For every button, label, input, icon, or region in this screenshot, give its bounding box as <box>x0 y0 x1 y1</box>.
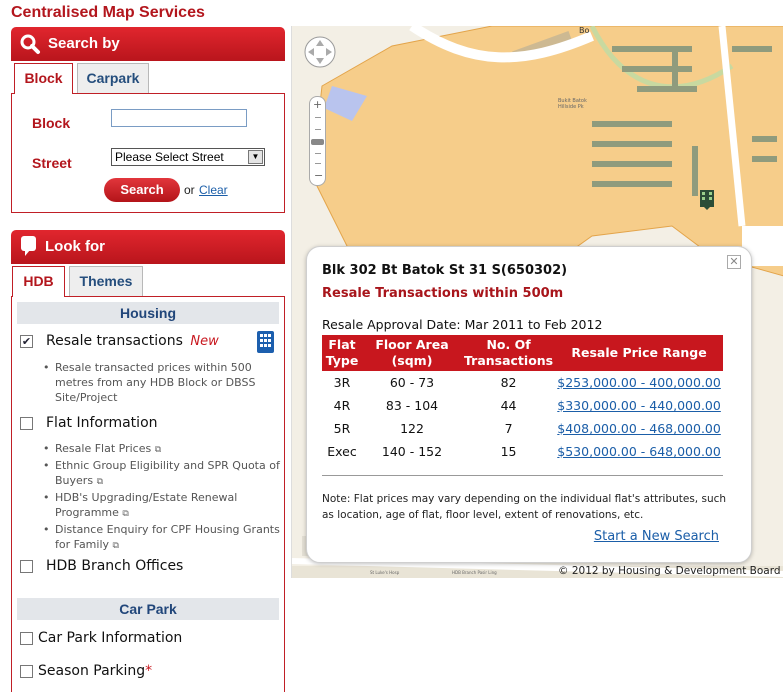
zoom-slider[interactable]: + − <box>309 96 326 186</box>
price-note: Note: Flat prices may vary depending on … <box>322 493 727 521</box>
table-row: 5R 122 7 $408,000.00 - 468,000.00 <box>333 421 721 436</box>
price-range-link[interactable]: $530,000.00 - 648,000.00 <box>557 444 721 459</box>
season-parking-checkbox[interactable] <box>20 665 33 678</box>
season-parking-label[interactable]: Season Parking* <box>38 663 152 679</box>
map-label: Bo <box>579 26 590 35</box>
pan-control[interactable] <box>303 35 337 69</box>
building-icon[interactable] <box>257 331 274 353</box>
chevron-down-icon[interactable]: ▼ <box>248 150 263 164</box>
resale-description-list: • Resale transacted prices within 500 met… <box>43 361 256 404</box>
housing-heading: Housing <box>17 302 279 324</box>
approval-date: Resale Approval Date: Mar 2011 to Feb 20… <box>322 317 603 332</box>
street-label: Street <box>32 155 72 171</box>
start-new-search-link[interactable]: Start a New Search <box>594 529 719 544</box>
map-label: Bukit Batok Hillside Pk <box>558 98 587 110</box>
price-range-link[interactable]: $330,000.00 - 440,000.00 <box>557 398 721 413</box>
price-range-link[interactable]: $253,000.00 - 400,000.00 <box>557 375 721 390</box>
distance-enquiry-link[interactable]: Distance Enquiry for CPF Housing Grants … <box>55 523 280 551</box>
car-park-info-label[interactable]: Car Park Information <box>38 630 182 646</box>
speech-bubble-icon <box>21 236 36 256</box>
table-row: 3R 60 - 73 82 $253,000.00 - 400,000.00 <box>333 375 721 390</box>
zoom-out-icon[interactable]: − <box>314 169 323 182</box>
resale-table: Flat Type Floor Area (sqm) No. Of Transa… <box>322 335 723 463</box>
resale-checkbox[interactable]: ✔ <box>20 335 33 348</box>
map-copyright: © 2012 by Housing & Development Board <box>558 565 781 577</box>
new-badge: New <box>190 334 219 349</box>
or-text: or <box>184 183 195 197</box>
header-price-range: Resale Price Range <box>555 335 723 371</box>
block-input[interactable] <box>111 109 247 127</box>
external-link-icon: ⧉ <box>112 541 119 551</box>
popup-title: Blk 302 Bt Batok St 31 S(650302) <box>322 263 568 278</box>
tab-carpark[interactable]: Carpark <box>77 63 149 93</box>
resale-description: Resale transacted prices within 500 metr… <box>55 361 256 404</box>
zoom-in-icon[interactable]: + <box>313 98 322 111</box>
search-button[interactable]: Search <box>104 178 180 202</box>
external-link-icon: ⧉ <box>122 509 129 519</box>
external-link-icon: ⧉ <box>154 445 162 455</box>
block-label: Block <box>32 115 71 131</box>
tab-themes[interactable]: Themes <box>69 266 143 296</box>
building-marker-icon[interactable] <box>700 190 714 210</box>
divider <box>322 475 723 476</box>
clear-link[interactable]: Clear <box>199 183 228 197</box>
car-park-info-checkbox[interactable] <box>20 632 33 645</box>
price-range-link[interactable]: $408,000.00 - 468,000.00 <box>557 421 721 436</box>
map-label: HDB Branch Pasir Ling <box>452 570 497 575</box>
app-title: Centralised Map Services <box>11 4 205 21</box>
close-icon[interactable]: ✕ <box>727 255 741 269</box>
flat-info-checkbox[interactable] <box>20 417 33 430</box>
header-transactions: No. Of Transactions <box>462 335 556 371</box>
table-row: 4R 83 - 104 44 $330,000.00 - 440,000.00 <box>333 398 721 413</box>
resale-popup: ✕ Blk 302 Bt Batok St 31 S(650302) Resal… <box>306 246 752 563</box>
search-by-header: Search by <box>11 27 285 61</box>
branch-offices-label[interactable]: HDB Branch Offices <box>46 558 183 574</box>
map-label: St Luke's Hosp <box>370 570 400 575</box>
external-link-icon: ⧉ <box>96 477 103 487</box>
search-by-title: Search by <box>48 35 120 52</box>
header-flat-type: Flat Type <box>322 335 362 371</box>
popup-subtitle: Resale Transactions within 500m <box>322 286 564 301</box>
street-select-value: Please Select Street <box>115 150 224 164</box>
tab-block[interactable]: Block <box>14 63 73 94</box>
resale-flat-prices-link[interactable]: Resale Flat Prices <box>55 442 151 455</box>
upgrading-programme-link[interactable]: HDB's Upgrading/Estate Renewal Programme <box>55 491 237 519</box>
zoom-handle[interactable] <box>311 139 324 145</box>
ethnic-eligibility-link[interactable]: Ethnic Group Eligibility and SPR Quota o… <box>55 459 280 487</box>
branch-offices-checkbox[interactable] <box>20 560 33 573</box>
flat-info-links: • Resale Flat Prices ⧉ • Ethnic Group Elig… <box>43 442 280 551</box>
resale-label[interactable]: Resale transactions New <box>46 333 219 349</box>
flat-info-label[interactable]: Flat Information <box>46 415 158 431</box>
search-icon <box>20 34 40 54</box>
car-park-heading: Car Park <box>17 598 279 620</box>
look-for-header: Look for <box>11 230 285 264</box>
table-row: Exec 140 - 152 15 $530,000.00 - 648,000.… <box>327 444 721 459</box>
look-for-title: Look for <box>45 238 105 255</box>
street-select[interactable]: Please Select Street ▼ <box>111 148 265 166</box>
tab-hdb[interactable]: HDB <box>12 266 65 297</box>
header-floor-area: Floor Area (sqm) <box>362 335 462 371</box>
